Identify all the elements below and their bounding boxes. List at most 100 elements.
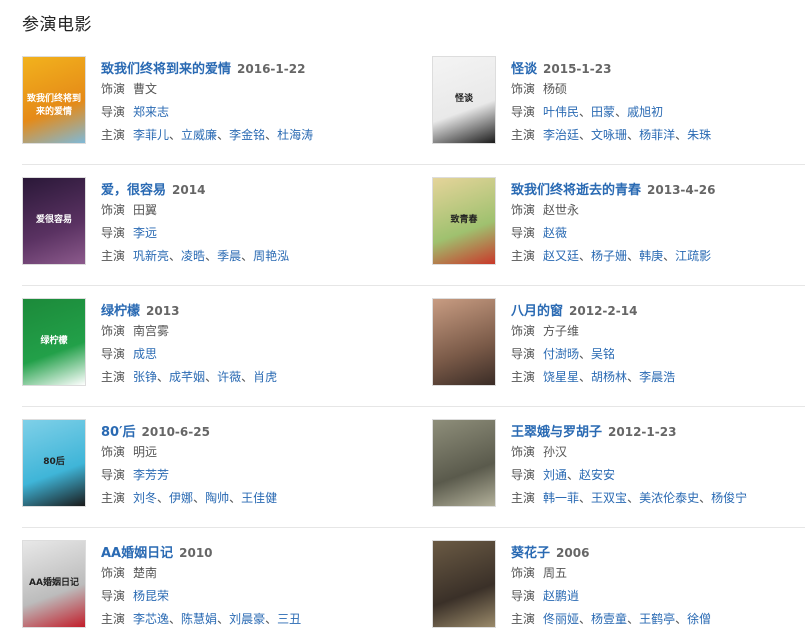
cast-link[interactable]: 杨菲洋 [639,128,675,142]
cast-link[interactable]: 杜海涛 [277,128,313,142]
director-link[interactable]: 田蒙 [591,105,615,119]
movie-title-link[interactable]: 葵花子 [511,546,550,561]
movie-info: 致我们终将逝去的青春 2013-4-26 饰演 赵世永 导演 赵薇 主演 赵又廷、杨子姗、韩庚… [511,179,805,268]
role-label: 饰演 [511,445,536,459]
cast-link[interactable]: 李菲儿 [133,128,169,142]
cast-link[interactable]: 陶帅 [205,491,229,505]
cast-link[interactable]: 韩庚 [639,249,663,263]
cast-link[interactable]: 许薇 [217,370,241,384]
movie-poster[interactable]: 绿柠檬 [22,298,86,386]
director-line: 导演 刘通、赵安安 [511,464,805,487]
cast-link[interactable]: 肖虎 [253,370,277,384]
movie-item: 八月的窗 2012-2-14 饰演 方子维 导演 付澍旸、吴铭 主演 饶星星、胡杨林、李晨浩 [432,298,805,394]
movie-poster[interactable] [432,298,496,386]
director-link[interactable]: 戚旭初 [627,105,663,119]
cast-link[interactable]: 佟丽娅 [543,612,579,626]
director-link[interactable]: 刘通 [543,468,567,482]
cast-link[interactable]: 美浓伦泰史 [639,491,699,505]
movie-poster[interactable] [432,419,496,507]
director-link[interactable]: 成思 [133,347,157,361]
director-link[interactable]: 郑来志 [133,105,169,119]
role-line: 饰演 曹文 [101,78,396,101]
role-value: 明远 [133,445,158,459]
cast-link[interactable]: 李晨浩 [639,370,675,384]
cast-link[interactable]: 朱珠 [687,128,711,142]
cast-label: 主演 [101,128,126,142]
cast-link[interactable]: 立威廉 [181,128,217,142]
cast-link[interactable]: 伊娜 [169,491,193,505]
role-line: 饰演 杨硕 [511,78,805,101]
cast-line: 主演 刘冬、伊娜、陶帅、王佳健 [101,487,396,510]
director-line: 导演 李芳芳 [101,464,396,487]
director-link[interactable]: 杨昆荣 [133,589,169,603]
movie-title-link[interactable]: 爱，很容易 [101,183,166,198]
cast-link[interactable]: 王佳健 [241,491,277,505]
row-divider [22,527,805,528]
cast-link[interactable]: 赵又廷 [543,249,579,263]
separator: 、 [627,128,640,142]
director-link[interactable]: 赵鹏逍 [543,589,579,603]
director-label: 导演 [511,468,536,482]
cast-link[interactable]: 饶星星 [543,370,579,384]
director-link[interactable]: 叶伟民 [543,105,579,119]
role-line: 饰演 赵世永 [511,199,805,222]
movie-item: 绿柠檬 绿柠檬 2013 饰演 南宫雾 导演 成思 主演 张铮、成芊姻、许薇、肖虎 [22,298,396,394]
movie-release-date: 2010-6-25 [141,425,210,439]
director-link[interactable]: 李远 [133,226,157,240]
separator: 、 [579,105,592,119]
cast-link[interactable]: 季晨 [217,249,241,263]
role-value: 杨硕 [543,82,568,96]
cast-label: 主演 [511,612,536,626]
cast-link[interactable]: 周艳泓 [253,249,289,263]
cast-link[interactable]: 陈慧娟 [181,612,217,626]
director-line: 导演 杨昆荣 [101,585,396,608]
cast-link[interactable]: 胡杨林 [591,370,627,384]
cast-link[interactable]: 杨壹童 [591,612,627,626]
director-link[interactable]: 赵薇 [543,226,567,240]
cast-link[interactable]: 杨俊宁 [711,491,747,505]
movie-title-link[interactable]: 王翠娥与罗胡子 [511,425,602,440]
cast-link[interactable]: 徐僧 [687,612,711,626]
cast-link[interactable]: 王双宝 [591,491,627,505]
role-line: 饰演 方子维 [511,320,805,343]
director-link[interactable]: 赵安安 [579,468,615,482]
movie-poster[interactable]: 80后 [22,419,86,507]
movie-poster[interactable]: 怪谈 [432,56,496,144]
cast-link[interactable]: 凌晧 [181,249,205,263]
movie-poster[interactable]: 致青春 [432,177,496,265]
cast-link[interactable]: 李金铭 [229,128,265,142]
director-label: 导演 [101,226,126,240]
cast-link[interactable]: 韩一菲 [543,491,579,505]
movie-title-link[interactable]: 绿柠檬 [101,304,140,319]
director-link[interactable]: 李芳芳 [133,468,169,482]
cast-label: 主演 [511,249,536,263]
cast-link[interactable]: 张铮 [133,370,157,384]
movie-poster[interactable]: AA婚姻日记 [22,540,86,628]
row-divider [22,406,805,407]
movie-title-link[interactable]: 致我们终将逝去的青春 [511,183,641,198]
cast-link[interactable]: 三丑 [277,612,301,626]
movie-poster[interactable]: 爱很容易 [22,177,86,265]
movie-release-date: 2012-2-14 [569,304,638,318]
movie-title-link[interactable]: 怪谈 [511,62,537,77]
director-link[interactable]: 吴铭 [591,347,615,361]
cast-link[interactable]: 刘冬 [133,491,157,505]
cast-link[interactable]: 李治廷 [543,128,579,142]
movie-poster[interactable] [432,540,496,628]
cast-link[interactable]: 江疏影 [675,249,711,263]
movie-poster[interactable]: 致我们终将到来的爱情 [22,56,86,144]
movie-title-link[interactable]: 80′后 [101,425,136,440]
movie-title-link[interactable]: 八月的窗 [511,304,563,319]
movie-title-link[interactable]: AA婚姻日记 [101,546,173,561]
director-link[interactable]: 付澍旸 [543,347,579,361]
cast-link[interactable]: 李芯逸 [133,612,169,626]
cast-link[interactable]: 文咏珊 [591,128,627,142]
cast-link[interactable]: 刘晨豪 [229,612,265,626]
cast-link[interactable]: 王鹤亭 [639,612,675,626]
cast-line: 主演 巩新亮、凌晧、季晨、周艳泓 [101,245,396,268]
movie-item: 致我们终将到来的爱情 致我们终将到来的爱情 2016-1-22 饰演 曹文 导演 郑来志 主演… [22,56,396,152]
cast-link[interactable]: 巩新亮 [133,249,169,263]
movie-title-link[interactable]: 致我们终将到来的爱情 [101,62,231,77]
cast-link[interactable]: 杨子姗 [591,249,627,263]
cast-link[interactable]: 成芊姻 [169,370,205,384]
